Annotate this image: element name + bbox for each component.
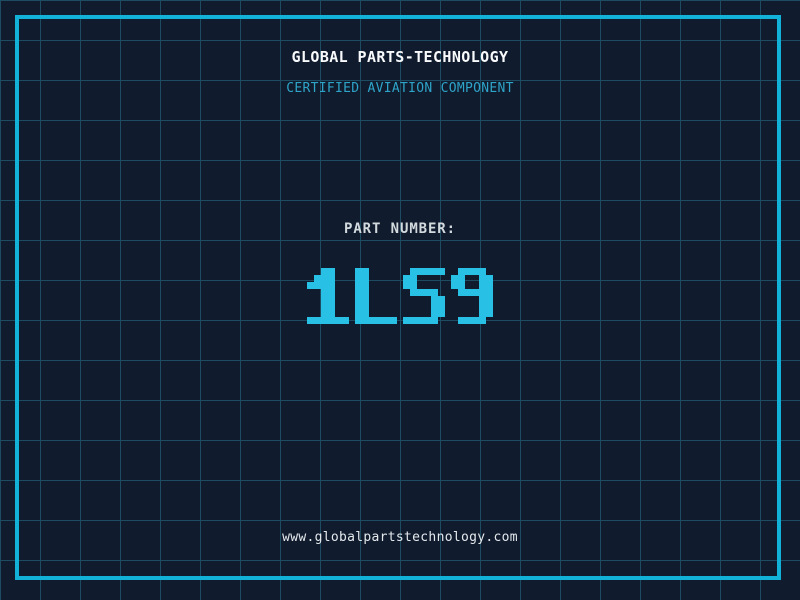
part-label-plate: GLOBAL PARTS-TECHNOLOGY CERTIFIED AVIATI…	[0, 0, 800, 600]
part-number-label: PART NUMBER:	[344, 221, 456, 237]
part-number-glyph	[355, 268, 397, 324]
website-url: www.globalpartstechnology.com	[282, 530, 518, 545]
label-content: GLOBAL PARTS-TECHNOLOGY CERTIFIED AVIATI…	[0, 0, 800, 600]
part-number-glyph	[307, 268, 349, 324]
company-title: GLOBAL PARTS-TECHNOLOGY	[291, 48, 509, 66]
certification-subtitle: CERTIFIED AVIATION COMPONENT	[286, 81, 514, 96]
part-number-glyph	[451, 268, 493, 324]
part-number-value	[0, 268, 800, 324]
part-number-glyph	[403, 268, 445, 324]
